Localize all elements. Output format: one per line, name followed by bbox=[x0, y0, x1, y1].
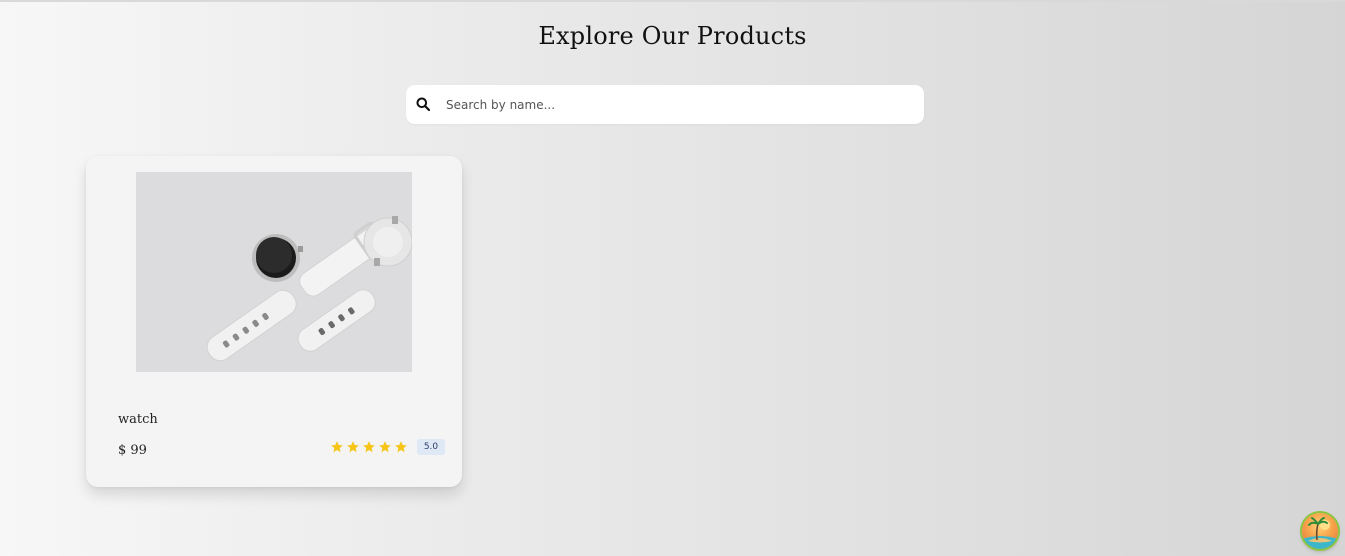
product-name: watch bbox=[118, 412, 158, 427]
star-icon bbox=[347, 441, 359, 453]
star-icon bbox=[363, 441, 375, 453]
rating-badge: 5.0 bbox=[417, 439, 445, 455]
page-title: Explore Our Products bbox=[538, 22, 807, 50]
product-price: $ 99 bbox=[118, 443, 147, 458]
product-image[interactable] bbox=[136, 172, 412, 372]
top-border bbox=[0, 0, 1345, 2]
search-input[interactable] bbox=[446, 85, 906, 124]
product-card[interactable]: watch $ 99 5.0 bbox=[86, 156, 462, 487]
rating-stars bbox=[330, 440, 408, 456]
island-avatar-icon bbox=[1302, 517, 1338, 549]
star-icon bbox=[395, 441, 407, 453]
search-icon bbox=[416, 97, 430, 111]
smartwatch-photo bbox=[136, 172, 412, 372]
search-bar[interactable] bbox=[406, 85, 924, 124]
star-icon bbox=[379, 441, 391, 453]
star-icon bbox=[331, 441, 343, 453]
floating-avatar-button[interactable] bbox=[1302, 513, 1338, 549]
